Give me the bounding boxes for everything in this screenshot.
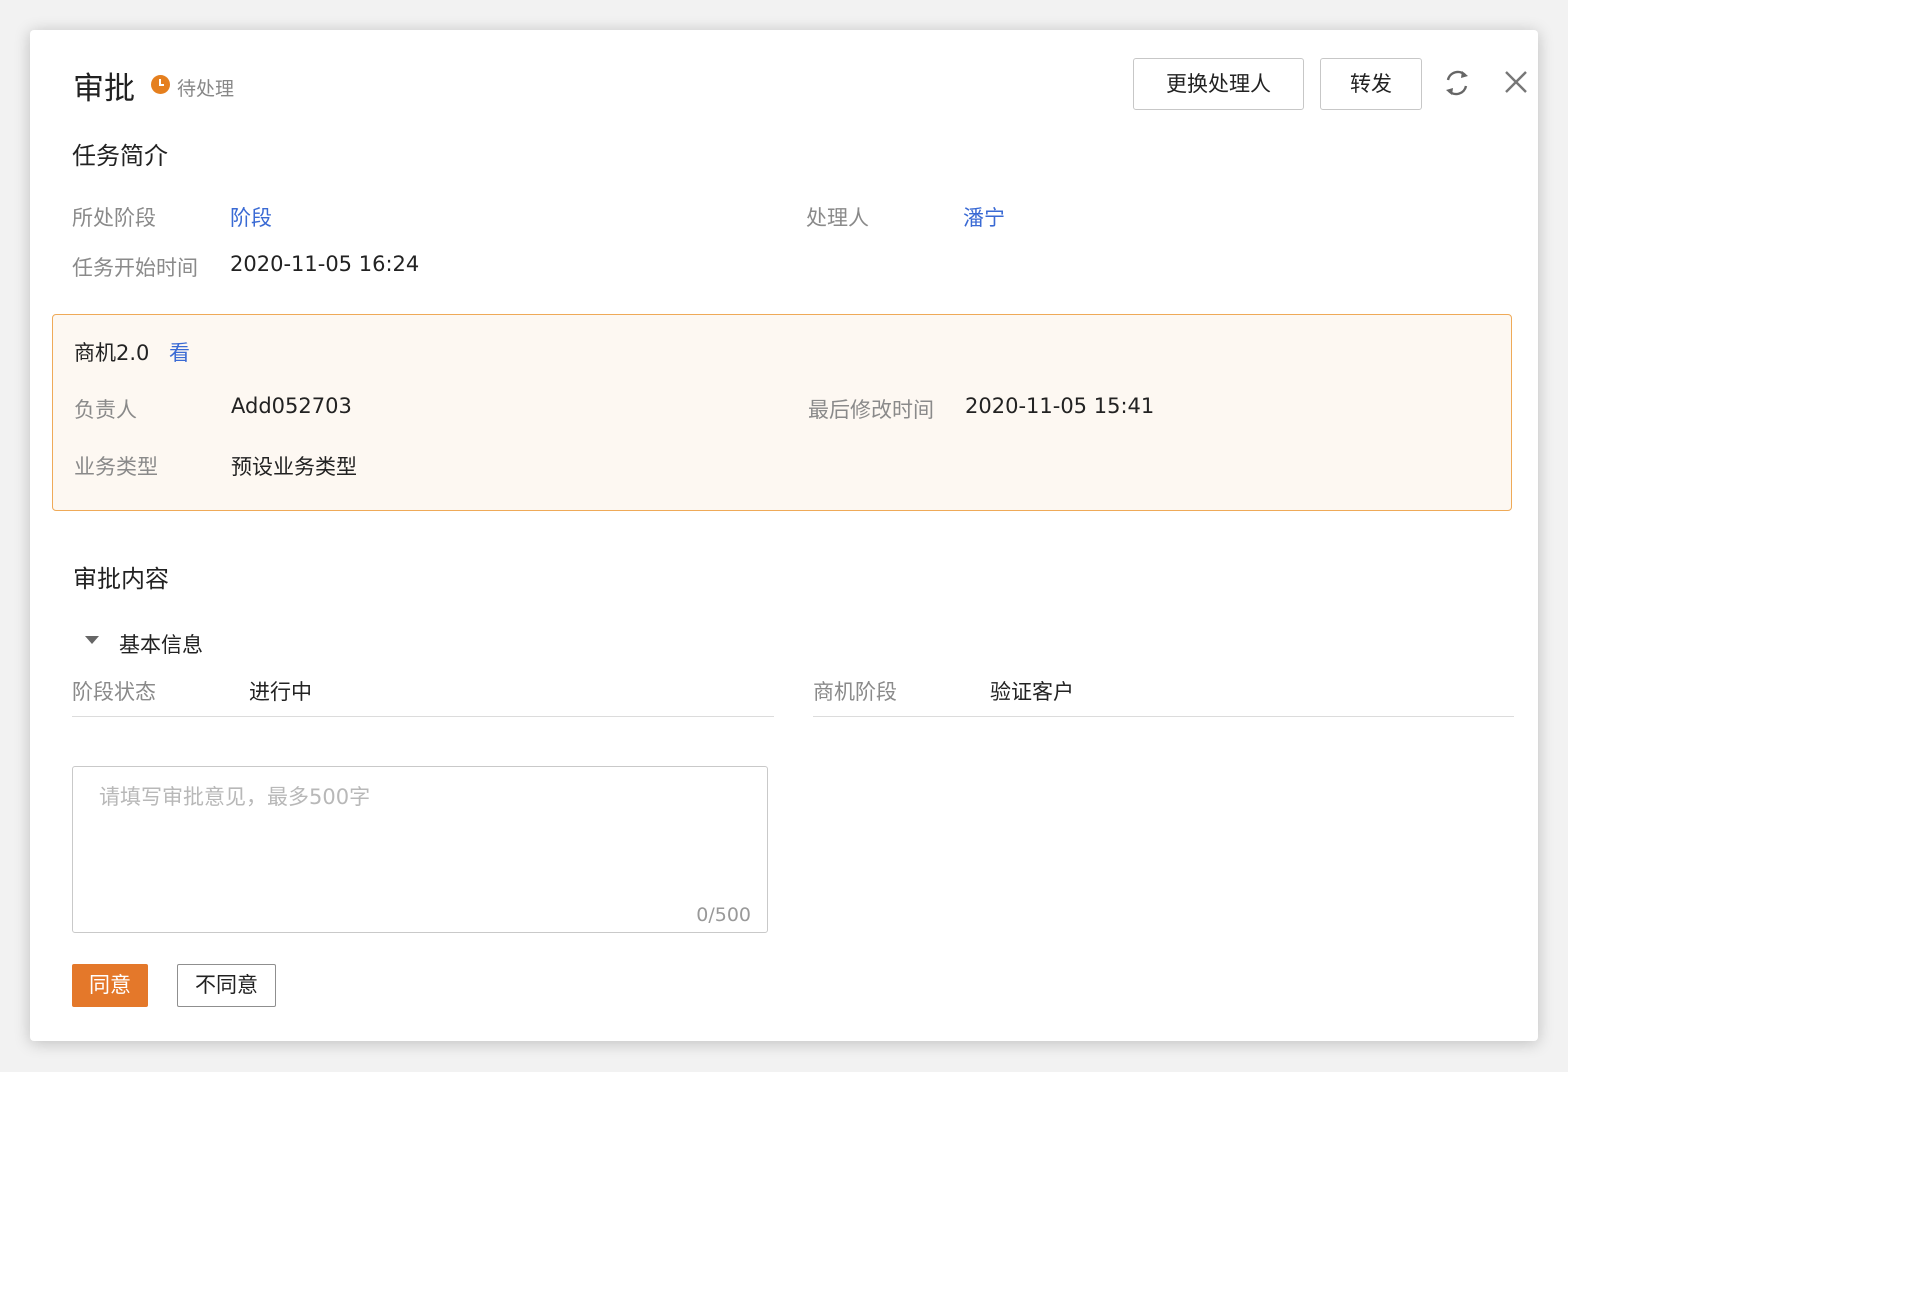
modified-time-value: 2020-11-05 15:41: [965, 394, 1155, 418]
owner-value: Add052703: [231, 394, 352, 418]
collapse-arrow-icon[interactable]: [85, 636, 99, 644]
stage-status-value: 进行中: [249, 680, 312, 704]
modified-time-label: 最后修改时间: [808, 398, 934, 422]
approval-content-heading: 审批内容: [73, 565, 169, 593]
handler-label: 处理人: [806, 206, 869, 230]
start-time-value: 2020-11-05 16:24: [230, 252, 420, 276]
record-card: 商机2.0 看 负责人 Add052703 最后修改时间 2020-11-05 …: [52, 314, 1512, 511]
opportunity-stage-value: 验证客户: [990, 680, 1074, 704]
disagree-button[interactable]: 不同意: [177, 964, 276, 1007]
forward-button[interactable]: 转发: [1320, 58, 1422, 110]
change-handler-button[interactable]: 更换处理人: [1133, 58, 1304, 110]
refresh-icon[interactable]: [1440, 66, 1474, 100]
character-counter: 0/500: [696, 904, 751, 926]
stage-label: 所处阶段: [72, 206, 156, 230]
handler-link[interactable]: 潘宁: [963, 202, 1005, 232]
view-record-link[interactable]: 看: [169, 337, 190, 367]
owner-label: 负责人: [74, 398, 137, 422]
start-time-label: 任务开始时间: [72, 256, 198, 280]
approval-dialog: 审批 待处理 更换处理人 转发 任务简介 所处阶段 阶段 处理人 潘宁 任务开始…: [30, 30, 1538, 1041]
comment-placeholder: 请填写审批意见，最多500字: [99, 785, 371, 809]
approval-comment-textarea[interactable]: 请填写审批意见，最多500字 0/500: [72, 766, 768, 933]
opportunity-stage-label: 商机阶段: [813, 680, 897, 704]
field-divider: [813, 716, 1514, 717]
close-icon[interactable]: [1500, 66, 1532, 98]
group-title[interactable]: 基本信息: [119, 629, 203, 659]
agree-button[interactable]: 同意: [72, 964, 148, 1007]
biz-type-value: 预设业务类型: [231, 455, 357, 479]
stage-status-label: 阶段状态: [72, 680, 156, 704]
dialog-title: 审批: [73, 71, 135, 107]
record-title: 商机2.0: [74, 341, 150, 365]
status-badge: 待处理: [177, 78, 235, 100]
stage-link[interactable]: 阶段: [230, 202, 272, 232]
biz-type-label: 业务类型: [74, 455, 158, 479]
task-intro-heading: 任务简介: [72, 142, 168, 170]
field-divider: [72, 716, 774, 717]
clock-icon: [151, 75, 170, 94]
